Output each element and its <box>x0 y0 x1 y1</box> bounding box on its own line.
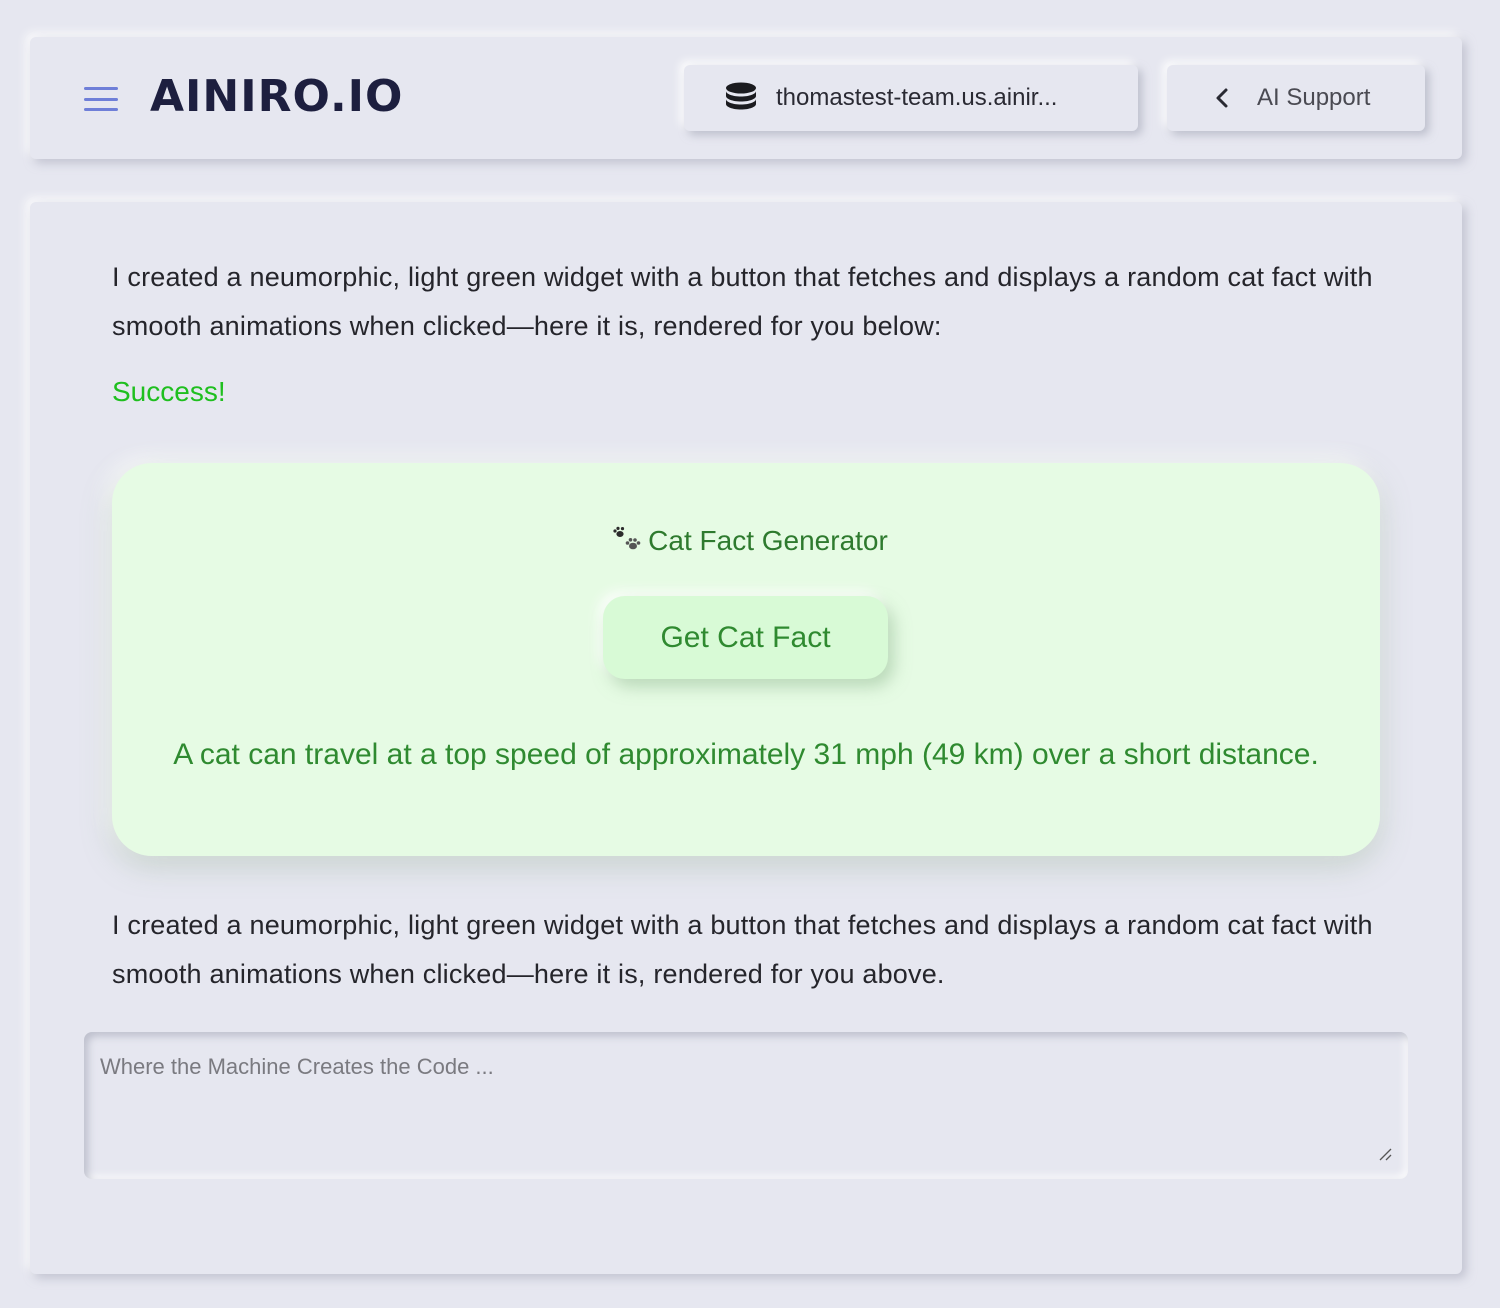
server-label: thomastest-team.us.ainir... <box>776 84 1058 111</box>
ai-support-label: AI Support <box>1257 84 1371 111</box>
success-status-text: Success! <box>112 376 226 407</box>
widget-title: Cat Fact Generator <box>0 525 1500 557</box>
resize-handle-icon[interactable] <box>1376 1145 1392 1161</box>
assistant-intro-text: I created a neumorphic, light green widg… <box>112 262 1373 341</box>
cat-fact-text: A cat can travel at a top speed of appro… <box>173 738 1319 771</box>
widget-title-text: Cat Fact Generator <box>648 525 888 556</box>
get-cat-fact-button[interactable]: Get Cat Fact <box>603 596 888 679</box>
ai-support-button[interactable]: AI Support <box>1167 65 1425 131</box>
prompt-input[interactable] <box>84 1032 1408 1179</box>
hamburger-menu-icon[interactable] <box>84 87 118 111</box>
paw-prints-icon <box>613 526 641 550</box>
prompt-input-container <box>84 1032 1408 1179</box>
database-icon <box>726 82 756 110</box>
chevron-left-icon <box>1216 88 1228 108</box>
server-selector-button[interactable]: thomastest-team.us.ainir... <box>684 65 1138 131</box>
assistant-outro-text: I created a neumorphic, light green widg… <box>112 910 1373 989</box>
ainiro-logo[interactable]: AINIRO.IO <box>150 68 403 126</box>
